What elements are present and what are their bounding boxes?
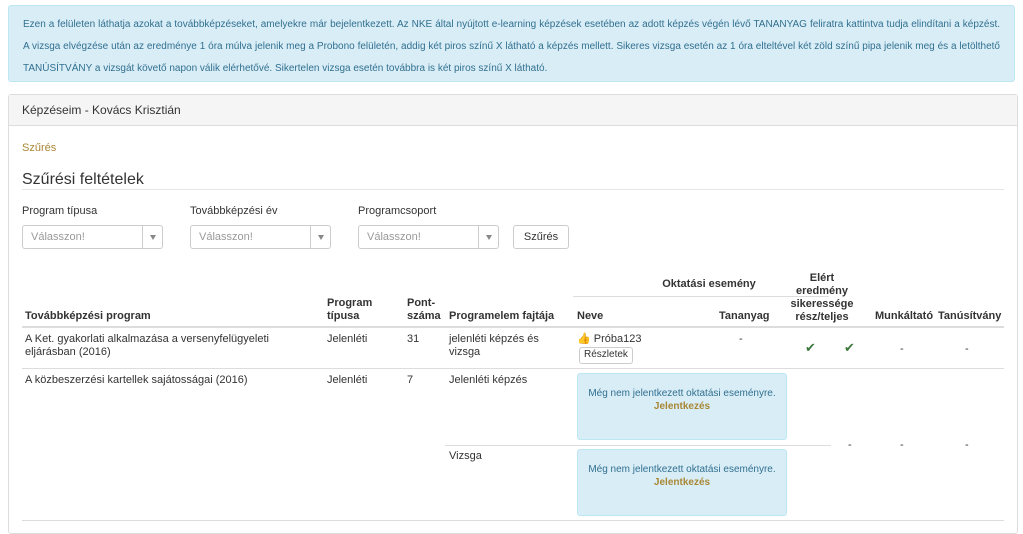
row1-event-name-text: Próba123: [593, 333, 642, 345]
caret-down-icon: [478, 226, 498, 248]
row2-points: 7: [407, 374, 414, 386]
row1-employer: -: [900, 343, 904, 355]
header-result: Elért eredmény sikeressége rész/teljes: [790, 272, 854, 323]
caret-down-icon: [310, 226, 330, 248]
table-header-divider: [22, 326, 1004, 328]
program-group-value: Válasszon!: [367, 231, 421, 243]
row1-element: jelenléti képzés és vizsga: [449, 333, 539, 358]
training-year-label: Továbbképzési év: [190, 205, 278, 217]
row1-certificate: -: [965, 343, 969, 355]
not-registered-text: Még nem jelentkezett oktatási eseményre.: [588, 388, 776, 399]
row-divider: [22, 520, 1004, 521]
row1-material: -: [739, 333, 743, 345]
header-program: Továbbképzési program: [25, 310, 151, 322]
program-group-select[interactable]: Válasszon!: [358, 225, 499, 249]
thumbs-up-icon: 👍: [577, 333, 591, 345]
header-material: Tananyag: [719, 310, 770, 322]
row1-type: Jelenléti: [327, 333, 368, 345]
row2-program: A közbeszerzési kartellek sajátosságai (…: [25, 374, 248, 386]
trainings-panel: Képzéseim - Kovács Krisztián Szűrés Szűr…: [8, 94, 1018, 534]
filter-section-title: Szűrési feltételek: [22, 171, 1004, 190]
program-type-select[interactable]: Válasszon!: [22, 225, 163, 249]
header-event-group: Oktatási esemény: [662, 278, 756, 290]
row-divider: [22, 368, 1004, 369]
details-button[interactable]: Részletek: [579, 347, 633, 364]
row2-result: -: [848, 439, 852, 451]
header-event-name: Neve: [577, 310, 604, 322]
info-alert-text: Ezen a felületen láthatja azokat a továb…: [23, 19, 1000, 74]
row2-employer: -: [900, 439, 904, 451]
header-employer: Munkáltató: [875, 310, 934, 322]
program-type-label: Program típusa: [22, 205, 98, 217]
not-registered-info: Még nem jelentkezett oktatási eseményre.…: [577, 373, 787, 440]
program-type-value: Válasszon!: [31, 231, 85, 243]
filter-button[interactable]: Szűrés: [513, 225, 569, 249]
register-link[interactable]: Jelentkezés: [578, 400, 786, 413]
row2-element-2: Vizsga: [449, 450, 482, 462]
training-year-select[interactable]: Válasszon!: [190, 225, 331, 249]
row1-program: A Ket. gyakorlati alkalmazása a versenyf…: [25, 333, 269, 358]
panel-title: Képzéseim - Kovács Krisztián: [9, 95, 1017, 126]
filter-toggle-link[interactable]: Szűrés: [22, 142, 56, 154]
sub-row-divider: [445, 445, 831, 446]
header-element: Programelem fajtája: [449, 310, 555, 322]
register-link[interactable]: Jelentkezés: [578, 476, 786, 489]
check-icon: ✔: [805, 340, 816, 355]
row2-certificate: -: [965, 439, 969, 451]
not-registered-text: Még nem jelentkezett oktatási eseményre.: [588, 464, 776, 475]
row2-type: Jelenléti: [327, 374, 368, 386]
header-points: Pont-száma: [407, 297, 441, 322]
training-year-value: Válasszon!: [199, 231, 253, 243]
header-certificate: Tanúsítvány: [938, 310, 1002, 322]
caret-down-icon: [142, 226, 162, 248]
header-type: Program típusa: [327, 297, 373, 322]
program-group-label: Programcsoport: [358, 205, 437, 217]
check-icon: ✔: [844, 340, 855, 355]
not-registered-info: Még nem jelentkezett oktatási eseményre.…: [577, 449, 787, 516]
row1-event-name: 👍 Próba123: [577, 333, 641, 346]
row2-element-1: Jelenléti képzés: [449, 374, 528, 386]
info-alert: Ezen a felületen láthatja azokat a továb…: [8, 5, 1015, 82]
row1-points: 31: [407, 333, 420, 345]
